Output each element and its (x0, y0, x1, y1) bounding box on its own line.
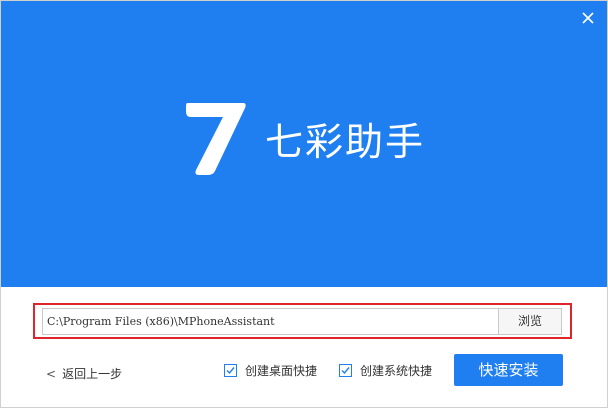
back-link[interactable]: < 返回上一步 (46, 365, 122, 382)
desktop-shortcut-checkbox[interactable]: 创建桌面快捷 (224, 362, 317, 379)
system-shortcut-label: 创建系统快捷 (360, 364, 433, 378)
close-icon[interactable] (579, 9, 597, 27)
brand-logo: 七彩助手 (181, 97, 441, 177)
desktop-shortcut-label: 创建桌面快捷 (245, 364, 318, 378)
app-title: 七彩助手 (265, 120, 426, 164)
checkbox-checked-icon[interactable] (224, 364, 237, 377)
install-path-input[interactable] (42, 308, 498, 335)
system-shortcut-checkbox[interactable]: 创建系统快捷 (339, 362, 432, 379)
browse-button[interactable]: 浏览 (498, 308, 562, 335)
seven-logo-icon (181, 97, 251, 177)
installer-window: 七彩助手 浏览 < 返回上一步 创建桌面快捷 创建系统快捷 快速安装 (0, 0, 608, 408)
checkbox-checked-icon[interactable] (339, 364, 352, 377)
quick-install-button[interactable]: 快速安装 (454, 354, 563, 386)
chevron-left-icon: < (46, 367, 57, 381)
back-label: 返回上一步 (62, 367, 123, 381)
header-banner: 七彩助手 (1, 1, 607, 287)
